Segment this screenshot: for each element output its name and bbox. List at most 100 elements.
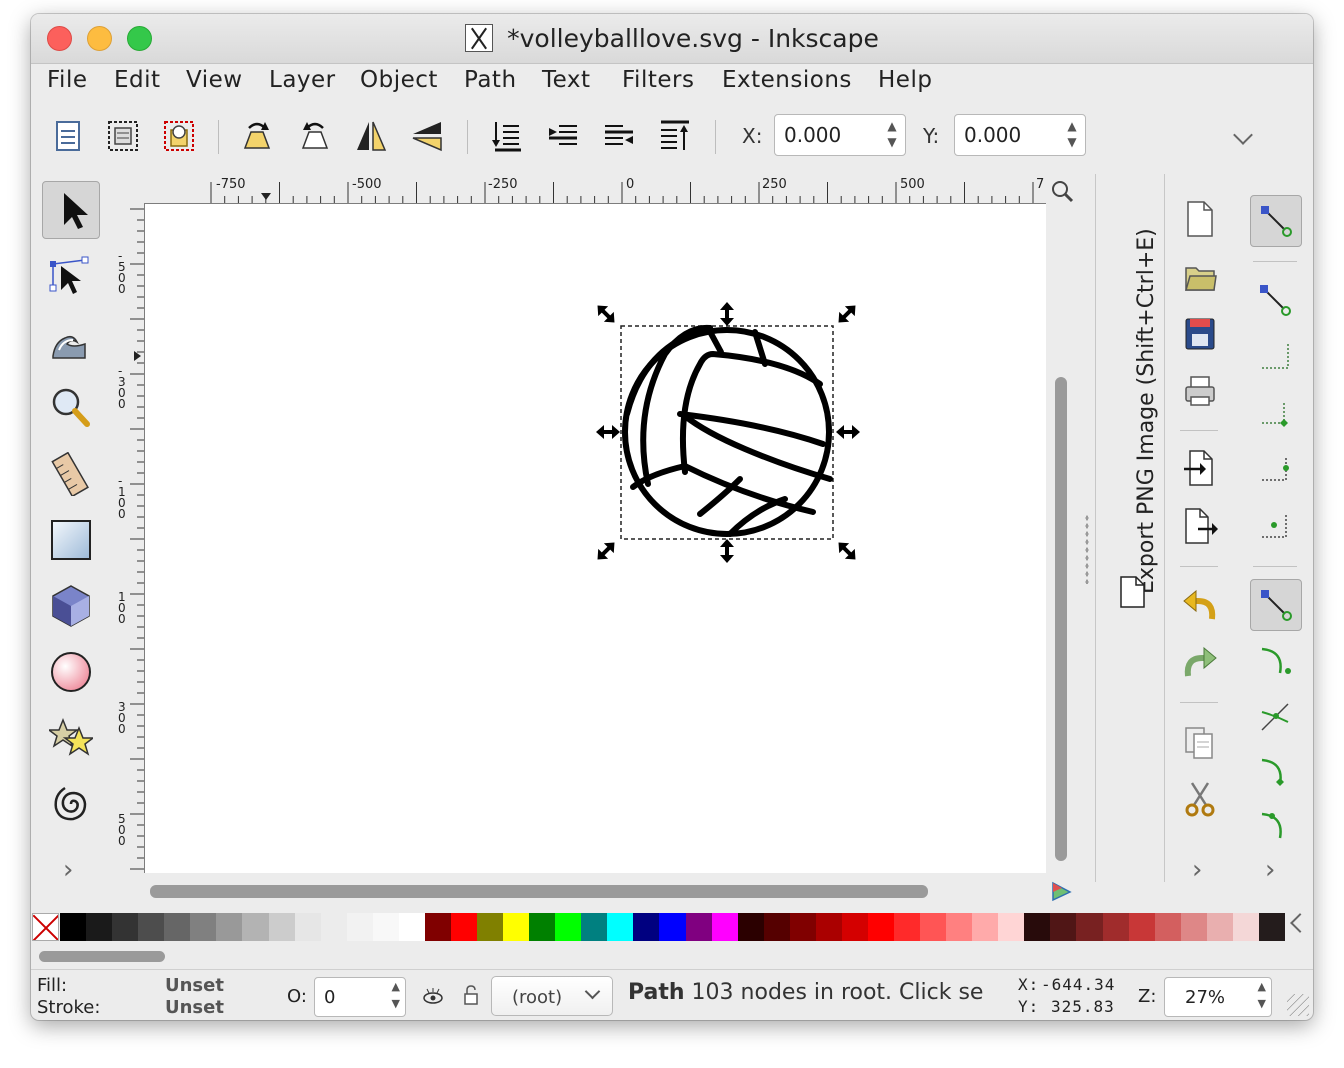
snap-bbox-midpoints-toggle[interactable] <box>1250 446 1302 498</box>
import-icon[interactable] <box>1182 448 1218 488</box>
color-swatch[interactable] <box>450 913 478 941</box>
lower-to-bottom-icon[interactable] <box>489 118 525 154</box>
color-swatch[interactable] <box>294 913 322 941</box>
selector-tool[interactable] <box>42 181 100 239</box>
color-swatch[interactable] <box>972 913 999 941</box>
color-swatch[interactable] <box>815 913 843 941</box>
zoom-spin-arrows[interactable]: ▲ ▼ <box>1258 978 1266 1012</box>
color-swatch[interactable] <box>607 913 634 941</box>
color-swatch[interactable] <box>1154 913 1182 941</box>
opacity-spinbox[interactable]: 0 ▲ ▼ <box>314 977 406 1017</box>
snap-paths-toggle[interactable] <box>1250 637 1302 689</box>
snap-bbox-edges-toggle[interactable] <box>1250 332 1302 384</box>
measure-tool[interactable] <box>42 445 100 503</box>
ellipse-tool[interactable] <box>42 643 100 701</box>
menu-filters[interactable]: Filters <box>622 67 694 93</box>
color-swatch[interactable] <box>242 913 269 941</box>
color-swatch[interactable] <box>529 913 556 941</box>
color-swatch[interactable] <box>1076 913 1104 941</box>
snap-bbox-center-toggle[interactable] <box>1250 503 1302 555</box>
window-resize-grip[interactable] <box>1287 994 1309 1016</box>
color-swatch[interactable] <box>60 913 87 941</box>
color-swatch[interactable] <box>1102 913 1130 941</box>
snapbar-more-chevron-icon[interactable]: › <box>1265 855 1275 885</box>
zoom-corner-icon[interactable] <box>1050 179 1074 203</box>
color-swatch[interactable] <box>268 913 296 941</box>
canvas-vertical-scrollbar[interactable] <box>1048 211 1074 871</box>
layer-dropdown[interactable]: (root) <box>491 976 613 1016</box>
print-document-icon[interactable] <box>1182 371 1218 411</box>
color-swatch[interactable] <box>1180 913 1208 941</box>
snap-bbox-corners-toggle[interactable] <box>1250 389 1302 441</box>
flip-horizontal-icon[interactable] <box>353 118 389 154</box>
vertical-scroll-thumb[interactable] <box>1055 377 1067 861</box>
canvas-horizontal-scrollbar[interactable] <box>144 878 1046 904</box>
tweak-tool[interactable] <box>42 313 100 371</box>
color-swatch[interactable] <box>659 913 687 941</box>
menu-layer[interactable]: Layer <box>269 67 336 93</box>
color-swatch[interactable] <box>1128 913 1156 941</box>
rotate-ccw-icon[interactable] <box>239 118 275 154</box>
snap-smooth-nodes-toggle[interactable] <box>1250 802 1302 854</box>
color-swatch[interactable] <box>164 913 191 941</box>
raise-to-top-icon[interactable] <box>657 118 693 154</box>
redo-icon[interactable] <box>1182 642 1218 682</box>
color-swatch[interactable] <box>894 913 921 941</box>
menu-edit[interactable]: Edit <box>114 67 161 93</box>
color-swatch[interactable] <box>555 913 582 941</box>
color-swatch[interactable] <box>685 913 713 941</box>
new-document-icon[interactable] <box>1182 199 1218 239</box>
star-tool[interactable] <box>42 709 100 767</box>
menu-help[interactable]: Help <box>878 67 932 93</box>
snap-bbox-toggle[interactable] <box>1250 275 1302 327</box>
color-swatch[interactable] <box>346 913 374 941</box>
y-spin-arrows[interactable]: ▲ ▼ <box>1063 118 1081 152</box>
flip-vertical-icon[interactable] <box>409 118 445 154</box>
rectangle-tool[interactable] <box>42 511 100 569</box>
color-swatch[interactable] <box>789 913 817 941</box>
color-swatch[interactable] <box>138 913 165 941</box>
rotate-cw-icon[interactable] <box>297 118 333 154</box>
layer-visibility-eye-icon[interactable] <box>422 985 444 1007</box>
palette-scroll-thumb[interactable] <box>39 951 165 962</box>
color-swatch[interactable] <box>503 913 530 941</box>
color-swatch[interactable] <box>86 913 113 941</box>
menu-extensions[interactable]: Extensions <box>722 67 852 93</box>
menu-path[interactable]: Path <box>464 67 517 93</box>
snap-nodes-toggle[interactable] <box>1250 579 1302 631</box>
color-swatch[interactable] <box>867 913 895 941</box>
save-document-icon[interactable] <box>1182 314 1218 354</box>
layer-lock-icon[interactable] <box>460 984 482 1006</box>
color-swatch[interactable] <box>841 913 869 941</box>
color-swatch[interactable] <box>372 913 400 941</box>
color-swatch[interactable] <box>763 913 791 941</box>
menu-text[interactable]: Text <box>542 67 591 93</box>
3d-box-tool[interactable] <box>42 577 100 635</box>
color-swatch[interactable] <box>1206 913 1234 941</box>
menu-view[interactable]: View <box>186 67 243 93</box>
toolbar-overflow-chevron-icon[interactable] <box>1233 125 1253 145</box>
color-swatch[interactable] <box>1050 913 1077 941</box>
color-swatch[interactable] <box>398 913 426 941</box>
lower-icon[interactable] <box>545 118 581 154</box>
dock-resize-grip[interactable] <box>1085 514 1089 584</box>
color-swatch[interactable] <box>1024 913 1051 941</box>
copy-icon[interactable] <box>1182 722 1218 762</box>
toolbox-more-chevron-icon[interactable]: › <box>63 855 73 885</box>
color-swatch[interactable] <box>920 913 947 941</box>
deselect-icon[interactable] <box>161 118 197 154</box>
raise-icon[interactable] <box>601 118 637 154</box>
x-spinbox[interactable]: 0.000 ▲ ▼ <box>774 114 906 156</box>
select-all-icon[interactable] <box>51 118 87 154</box>
horizontal-scroll-thumb[interactable] <box>150 885 928 898</box>
undo-icon[interactable] <box>1182 585 1218 625</box>
y-spinbox[interactable]: 0.000 ▲ ▼ <box>954 114 1086 156</box>
color-swatch[interactable] <box>946 913 973 941</box>
snap-intersections-toggle[interactable] <box>1250 692 1302 744</box>
menu-object[interactable]: Object <box>360 67 438 93</box>
color-swatch[interactable] <box>737 913 765 941</box>
export-png-dock-tab[interactable]: Export PNG Image (Shift+Ctrl+E) <box>1114 194 1159 614</box>
cmdbar-more-chevron-icon[interactable]: › <box>1192 855 1202 885</box>
zoom-tool[interactable] <box>42 379 100 437</box>
color-swatch[interactable] <box>477 913 504 941</box>
